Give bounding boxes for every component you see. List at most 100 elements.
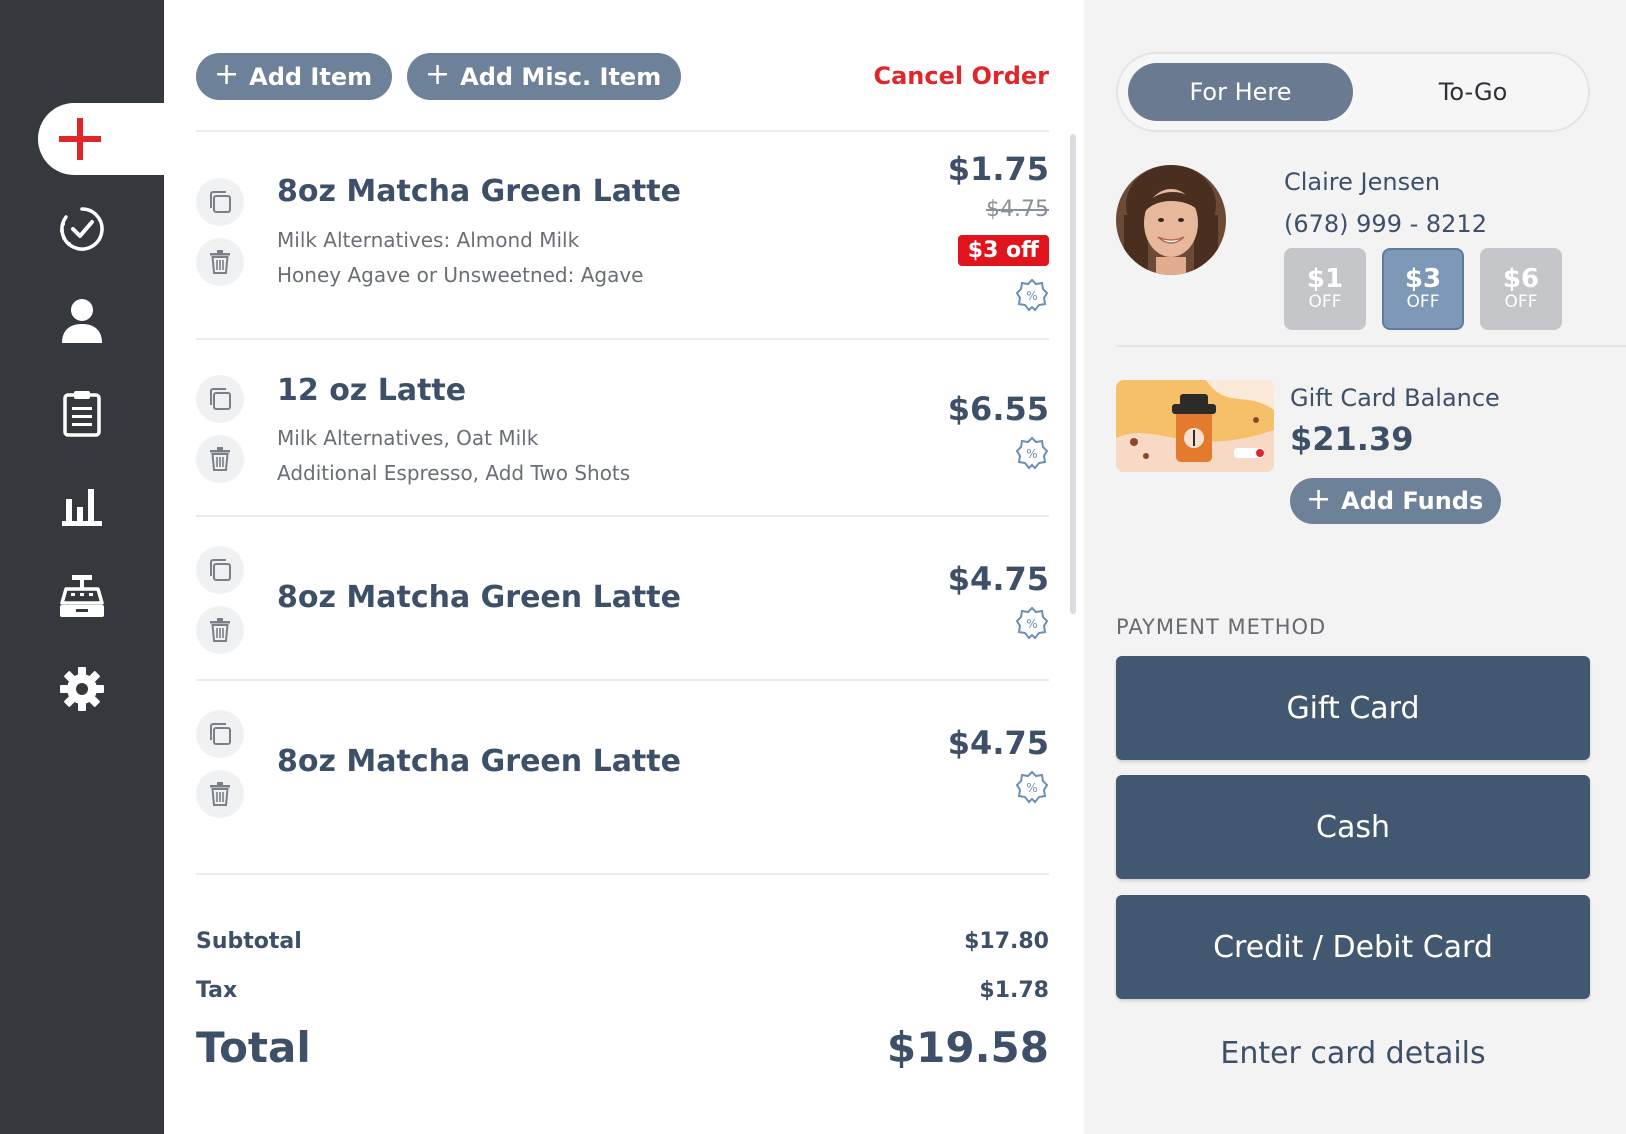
plus-icon xyxy=(59,118,101,160)
subtotal-label: Subtotal xyxy=(196,929,302,954)
cancel-order-button[interactable]: Cancel Order xyxy=(873,62,1049,90)
discount-badge-icon[interactable]: % xyxy=(1015,770,1049,804)
item-name: 8oz Matcha Green Latte xyxy=(277,580,681,615)
duplicate-item-button[interactable] xyxy=(196,546,244,594)
divider xyxy=(196,679,1049,681)
bar-chart-icon xyxy=(62,489,102,526)
coupon-label: OFF xyxy=(1308,292,1342,313)
coupon-label: OFF xyxy=(1406,292,1440,313)
copy-icon xyxy=(210,388,231,410)
delete-item-button[interactable] xyxy=(196,606,244,654)
plus-icon: + xyxy=(1306,482,1332,517)
user-icon xyxy=(62,299,102,343)
gift-card-payment-button[interactable]: Gift Card xyxy=(1116,656,1590,760)
add-funds-button[interactable]: + Add Funds xyxy=(1290,478,1502,524)
credit-debit-payment-button[interactable]: Credit / Debit Card xyxy=(1116,895,1590,999)
coupon-amount: $3 xyxy=(1404,264,1442,294)
divider xyxy=(1116,345,1626,347)
customer-phone: (678) 999 - 8212 xyxy=(1284,210,1487,238)
svg-text:%: % xyxy=(1026,289,1037,303)
sidebar xyxy=(0,0,164,1134)
to-go-option[interactable]: To-Go xyxy=(1363,63,1583,121)
coupon-1-off[interactable]: $1 OFF xyxy=(1284,248,1366,330)
gift-card-balance-value: $21.39 xyxy=(1290,420,1414,458)
order-item: 8oz Matcha Green Latte Milk Alternatives… xyxy=(196,150,1049,340)
item-original-price: $4.75 xyxy=(986,197,1049,222)
tax-label: Tax xyxy=(196,978,238,1003)
nav-register[interactable] xyxy=(52,567,112,627)
duplicate-item-button[interactable] xyxy=(196,178,244,226)
item-modifier: Milk Alternatives, Oat Milk xyxy=(277,426,539,450)
clipboard-icon xyxy=(63,391,101,437)
add-misc-item-button[interactable]: + Add Misc. Item xyxy=(407,53,682,100)
order-item: 8oz Matcha Green Latte $4.75 % xyxy=(196,694,1049,834)
nav-orders-completed[interactable] xyxy=(52,199,112,259)
copy-icon xyxy=(210,191,231,213)
gift-card-balance-label: Gift Card Balance xyxy=(1290,384,1500,412)
for-here-option[interactable]: For Here xyxy=(1128,63,1353,121)
item-name: 12 oz Latte xyxy=(277,373,467,408)
service-mode-toggle: For Here To-Go xyxy=(1116,52,1590,132)
tax-value: $1.78 xyxy=(979,978,1049,1003)
svg-text:%: % xyxy=(1026,781,1037,795)
copy-icon xyxy=(210,723,231,745)
discount-tag: $3 off xyxy=(957,235,1049,266)
nav-reports[interactable] xyxy=(52,475,112,535)
trash-icon xyxy=(210,250,230,274)
item-modifier: Milk Alternatives: Almond Milk xyxy=(277,228,580,252)
item-price: $1.75 xyxy=(947,150,1049,188)
item-modifier: Additional Espresso, Add Two Shots xyxy=(277,461,631,485)
add-funds-label: Add Funds xyxy=(1341,487,1484,515)
coupon-amount: $1 xyxy=(1306,264,1344,294)
divider xyxy=(196,130,1049,132)
divider xyxy=(196,338,1049,340)
subtotal-value: $17.80 xyxy=(964,929,1049,954)
delete-item-button[interactable] xyxy=(196,770,244,818)
discount-badge-icon[interactable]: % xyxy=(1015,606,1049,640)
coupon-label: OFF xyxy=(1504,292,1538,313)
nav-new-order[interactable] xyxy=(38,103,164,175)
coupon-6-off[interactable]: $6 OFF xyxy=(1480,248,1562,330)
nav-settings[interactable] xyxy=(52,659,112,719)
cash-register-icon xyxy=(60,575,104,617)
plus-icon: + xyxy=(214,57,240,92)
duplicate-item-button[interactable] xyxy=(196,375,244,423)
divider xyxy=(196,515,1049,517)
delete-item-button[interactable] xyxy=(196,435,244,483)
customer-name: Claire Jensen xyxy=(1284,168,1441,196)
nav-customers[interactable] xyxy=(52,291,112,351)
divider xyxy=(196,873,1049,875)
discount-badge-icon[interactable]: % xyxy=(1015,278,1049,312)
scrollbar[interactable] xyxy=(1070,134,1076,614)
gear-icon xyxy=(60,667,104,711)
add-item-label: Add Item xyxy=(249,62,373,91)
duplicate-item-button[interactable] xyxy=(196,710,244,758)
delete-item-button[interactable] xyxy=(196,238,244,286)
trash-icon xyxy=(210,447,230,471)
avatar xyxy=(1116,165,1226,275)
nav-clipboard[interactable] xyxy=(52,383,112,443)
item-price: $4.75 xyxy=(947,724,1049,762)
discount-badge-icon[interactable]: % xyxy=(1015,436,1049,470)
trash-icon xyxy=(210,618,230,642)
enter-card-details-link[interactable]: Enter card details xyxy=(1116,1036,1590,1071)
item-price: $4.75 xyxy=(947,560,1049,598)
add-item-button[interactable]: + Add Item xyxy=(196,53,393,100)
total-label: Total xyxy=(196,1023,311,1072)
add-misc-item-label: Add Misc. Item xyxy=(460,62,662,91)
payment-method-heading: PAYMENT METHOD xyxy=(1116,615,1327,639)
check-circle-icon xyxy=(60,207,104,251)
order-panel: + Add Item + Add Misc. Item Cancel Order… xyxy=(164,0,1084,1134)
item-modifier: Honey Agave or Unsweetned: Agave xyxy=(277,263,644,287)
item-name: 8oz Matcha Green Latte xyxy=(277,744,681,779)
cash-payment-button[interactable]: Cash xyxy=(1116,775,1590,879)
svg-text:%: % xyxy=(1026,447,1037,461)
plus-icon: + xyxy=(425,57,451,92)
coupon-3-off[interactable]: $3 OFF xyxy=(1382,248,1464,330)
coupon-amount: $6 xyxy=(1502,264,1540,294)
trash-icon xyxy=(210,782,230,806)
svg-text:%: % xyxy=(1026,617,1037,631)
item-price: $6.55 xyxy=(947,390,1049,428)
total-value: $19.58 xyxy=(886,1023,1049,1072)
copy-icon xyxy=(210,559,231,581)
